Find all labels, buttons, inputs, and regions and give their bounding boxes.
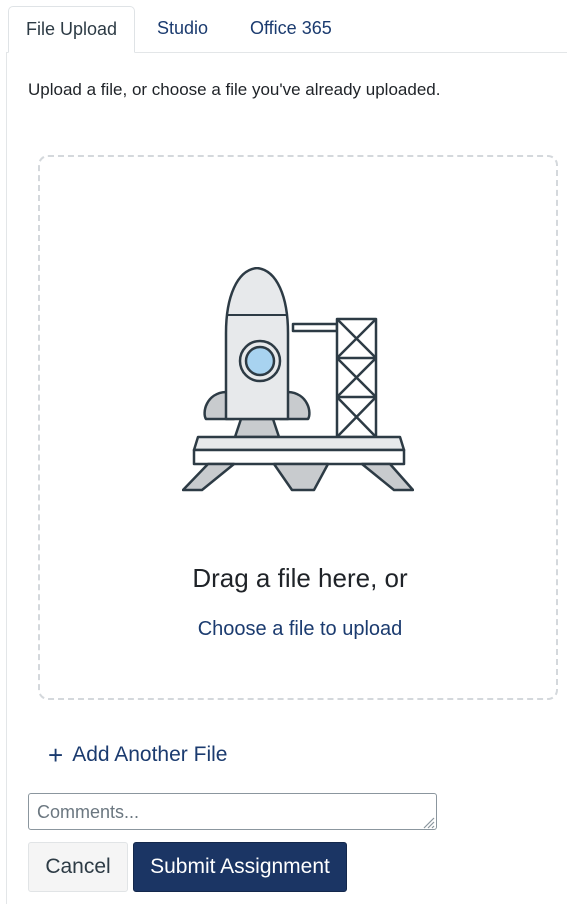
rocket-launchpad-icon bbox=[182, 267, 414, 492]
drag-instruction: Drag a file here, or bbox=[192, 563, 408, 593]
upload-instructions: Upload a file, or choose a file you've a… bbox=[28, 80, 441, 99]
panel-divider bbox=[6, 52, 7, 904]
tab-bar: File Upload Studio Office 365 bbox=[6, 0, 567, 53]
submit-assignment-button[interactable]: Submit Assignment bbox=[133, 842, 347, 892]
add-another-file-button[interactable]: + Add Another File bbox=[48, 740, 227, 770]
add-another-file-label: Add Another File bbox=[72, 743, 228, 766]
comments-field[interactable] bbox=[28, 793, 437, 830]
plus-icon: + bbox=[48, 740, 64, 770]
tab-office-365[interactable]: Office 365 bbox=[233, 6, 349, 52]
cancel-button[interactable]: Cancel bbox=[28, 842, 128, 892]
tab-file-upload[interactable]: File Upload bbox=[8, 6, 136, 53]
choose-file-link[interactable]: Choose a file to upload bbox=[40, 618, 560, 641]
tab-studio[interactable]: Studio bbox=[140, 6, 225, 52]
